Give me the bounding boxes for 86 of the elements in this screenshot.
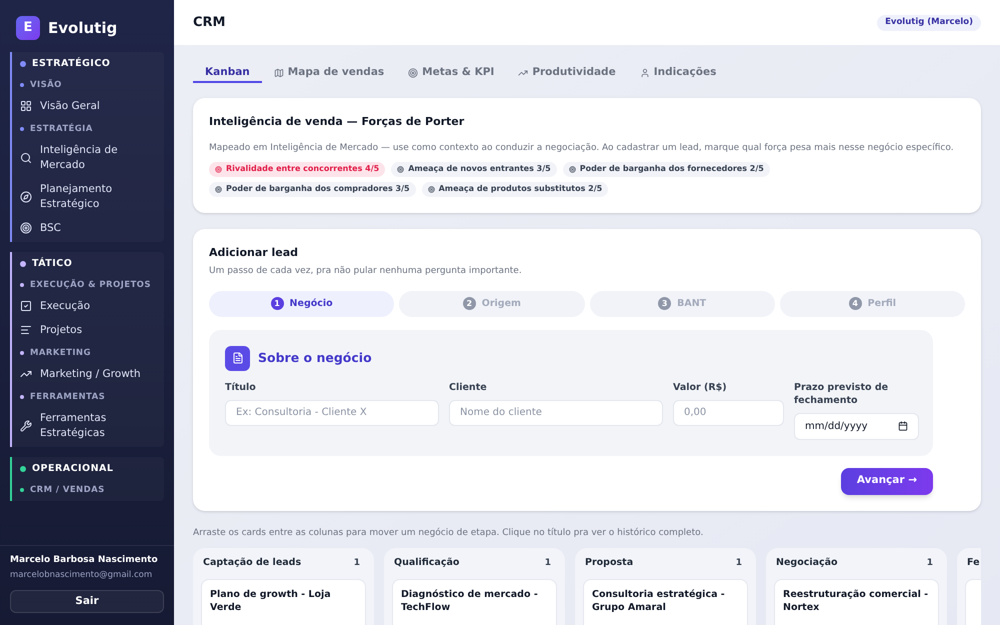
column-title: Negociação — [776, 556, 838, 570]
deal-title[interactable]: Plano de growth - Loja Verde — [210, 588, 357, 614]
next-button[interactable]: Avançar → — [840, 468, 933, 495]
field-label: Título — [225, 380, 257, 394]
tab[interactable]: Metas & KPI — [396, 65, 506, 83]
target-icon — [408, 68, 418, 78]
group-title: ESTRATÉGICO — [32, 56, 110, 71]
trend-icon — [20, 368, 32, 380]
nav-item[interactable]: BSC — [20, 216, 160, 240]
column-count: 1 — [354, 556, 360, 570]
kanban-hint: Arraste os cards entre as colunas para mover um negócio de etapa. Clique no título pra ver o histórico completo. — [193, 526, 704, 540]
document-icon — [225, 346, 250, 371]
step-tab[interactable]: 1 Negócio — [209, 290, 394, 317]
grid-icon — [20, 100, 32, 112]
target-icon — [20, 222, 32, 234]
card-description: Mapeado em Inteligência de Mercado — use como contexto ao conduzir a negociação. Ao cadastrar um lead, marque qual força pesa mais nesse negócio específico. — [209, 142, 955, 156]
nav-item[interactable]: Marketing / Growth — [20, 362, 160, 386]
section-title: ESTRATÉGIA — [30, 122, 93, 136]
user-email: marcelobnascimento@gmail.com — [10, 569, 154, 582]
target-icon — [397, 166, 404, 173]
wrench-icon — [20, 420, 32, 432]
nav-item[interactable]: Projetos — [20, 318, 160, 342]
section-title: EXECUÇÃO & PROJETOS — [30, 278, 151, 292]
map-icon — [274, 68, 284, 78]
force-tag: Ameaça de novos entrantes 3/5 — [391, 162, 557, 177]
tab[interactable]: Mapa de vendas — [262, 65, 396, 83]
target-icon — [568, 166, 576, 173]
text-field[interactable]: Nome do cliente — [449, 400, 663, 426]
search-icon — [20, 152, 32, 164]
checkbox-icon — [20, 300, 32, 312]
tab[interactable]: Indicações — [628, 65, 728, 83]
column-count: 1 — [544, 556, 551, 570]
lines-icon — [20, 324, 32, 336]
workspace-badge: Evolutig (Marcelo) — [877, 14, 981, 30]
date-field[interactable]: mm/dd/yyyy — [794, 412, 919, 440]
card-subtitle: Um passo de cada vez, pra não pular nenhuma pergunta importante. — [209, 265, 523, 278]
force-tag: Ameaça de produtos substitutos 2/5 — [422, 182, 608, 197]
field-label: Valor (R$) — [673, 380, 728, 394]
group-title: TÁTICO — [32, 256, 72, 271]
nav-item[interactable]: Ferramentas Estratégicas — [20, 406, 160, 445]
deal-title[interactable]: Consultoria estratégica - Grupo Amaral — [592, 588, 739, 614]
text-field[interactable]: Ex: Consultoria - Cliente X — [225, 400, 439, 426]
compass-icon — [20, 190, 32, 202]
target-icon — [215, 166, 222, 173]
force-tag: Rivalidade entre concorrentes 4/5 — [209, 162, 386, 177]
nav-item[interactable]: Visão Geral — [20, 94, 160, 118]
target-icon — [428, 186, 435, 193]
calendar-icon — [898, 421, 908, 432]
user-icon — [640, 68, 650, 78]
deal-title[interactable]: Diagnóstico de mercado - TechFlow — [401, 588, 548, 614]
logo-icon: E — [16, 16, 40, 40]
trend-icon — [518, 68, 528, 78]
text-field[interactable]: 0,00 — [673, 400, 784, 426]
logout-button[interactable]: Sair — [10, 590, 164, 613]
field-label: Cliente — [449, 380, 488, 394]
deal-card[interactable]: Consultoria estratégica - Grupo Amaral — [583, 579, 748, 625]
force-tag: Poder de barganha dos compradores 3/5 — [209, 182, 416, 197]
card-title: Adicionar lead — [209, 244, 300, 261]
card-title: Inteligência de venda — Forças de Porter — [209, 114, 466, 130]
column-title: Qualificação — [394, 556, 460, 570]
deal-card[interactable]: Diagnóstico de mercado - TechFlow — [392, 579, 557, 625]
brand-name: Evolutig — [48, 18, 118, 39]
section-title: FERRAMENTAS — [30, 390, 106, 404]
column-count: 1 — [736, 556, 742, 570]
deal-card[interactable]: Plano de growth - Loja Verde — [201, 579, 366, 625]
section-title: CRM / VENDAS — [30, 484, 105, 496]
column-title: Captação de leads — [203, 556, 302, 570]
tab[interactable]: Kanban — [193, 65, 262, 83]
target-icon — [215, 186, 222, 193]
page-title: CRM — [193, 14, 226, 32]
tab[interactable]: Produtividade — [506, 65, 628, 83]
group-title: OPERACIONAL — [32, 462, 114, 476]
field-label: Prazo previsto de fechamento — [794, 380, 890, 407]
nav-item[interactable]: Execução — [20, 294, 160, 318]
section-title: MARKETING — [30, 346, 91, 360]
nav-item[interactable]: Inteligência de Mercado — [20, 138, 160, 177]
deal-title[interactable]: Reestruturação comercial - Nortex — [783, 588, 930, 614]
user-name: Marcelo Barbosa Nascimento — [10, 554, 159, 567]
column-count: 1 — [926, 556, 933, 570]
column-title: Proposta — [585, 556, 634, 570]
deal-card[interactable]: Reestruturação comercial - Nortex — [774, 579, 939, 625]
nav-item[interactable]: Planejamento Estratégico — [20, 177, 160, 216]
column-title: Fe — [967, 556, 980, 570]
section-title: VISÃO — [30, 78, 62, 92]
section-title: Sobre o negócio — [258, 348, 372, 367]
force-tag: Poder de barganha dos fornecedores 2/5 — [562, 162, 770, 177]
